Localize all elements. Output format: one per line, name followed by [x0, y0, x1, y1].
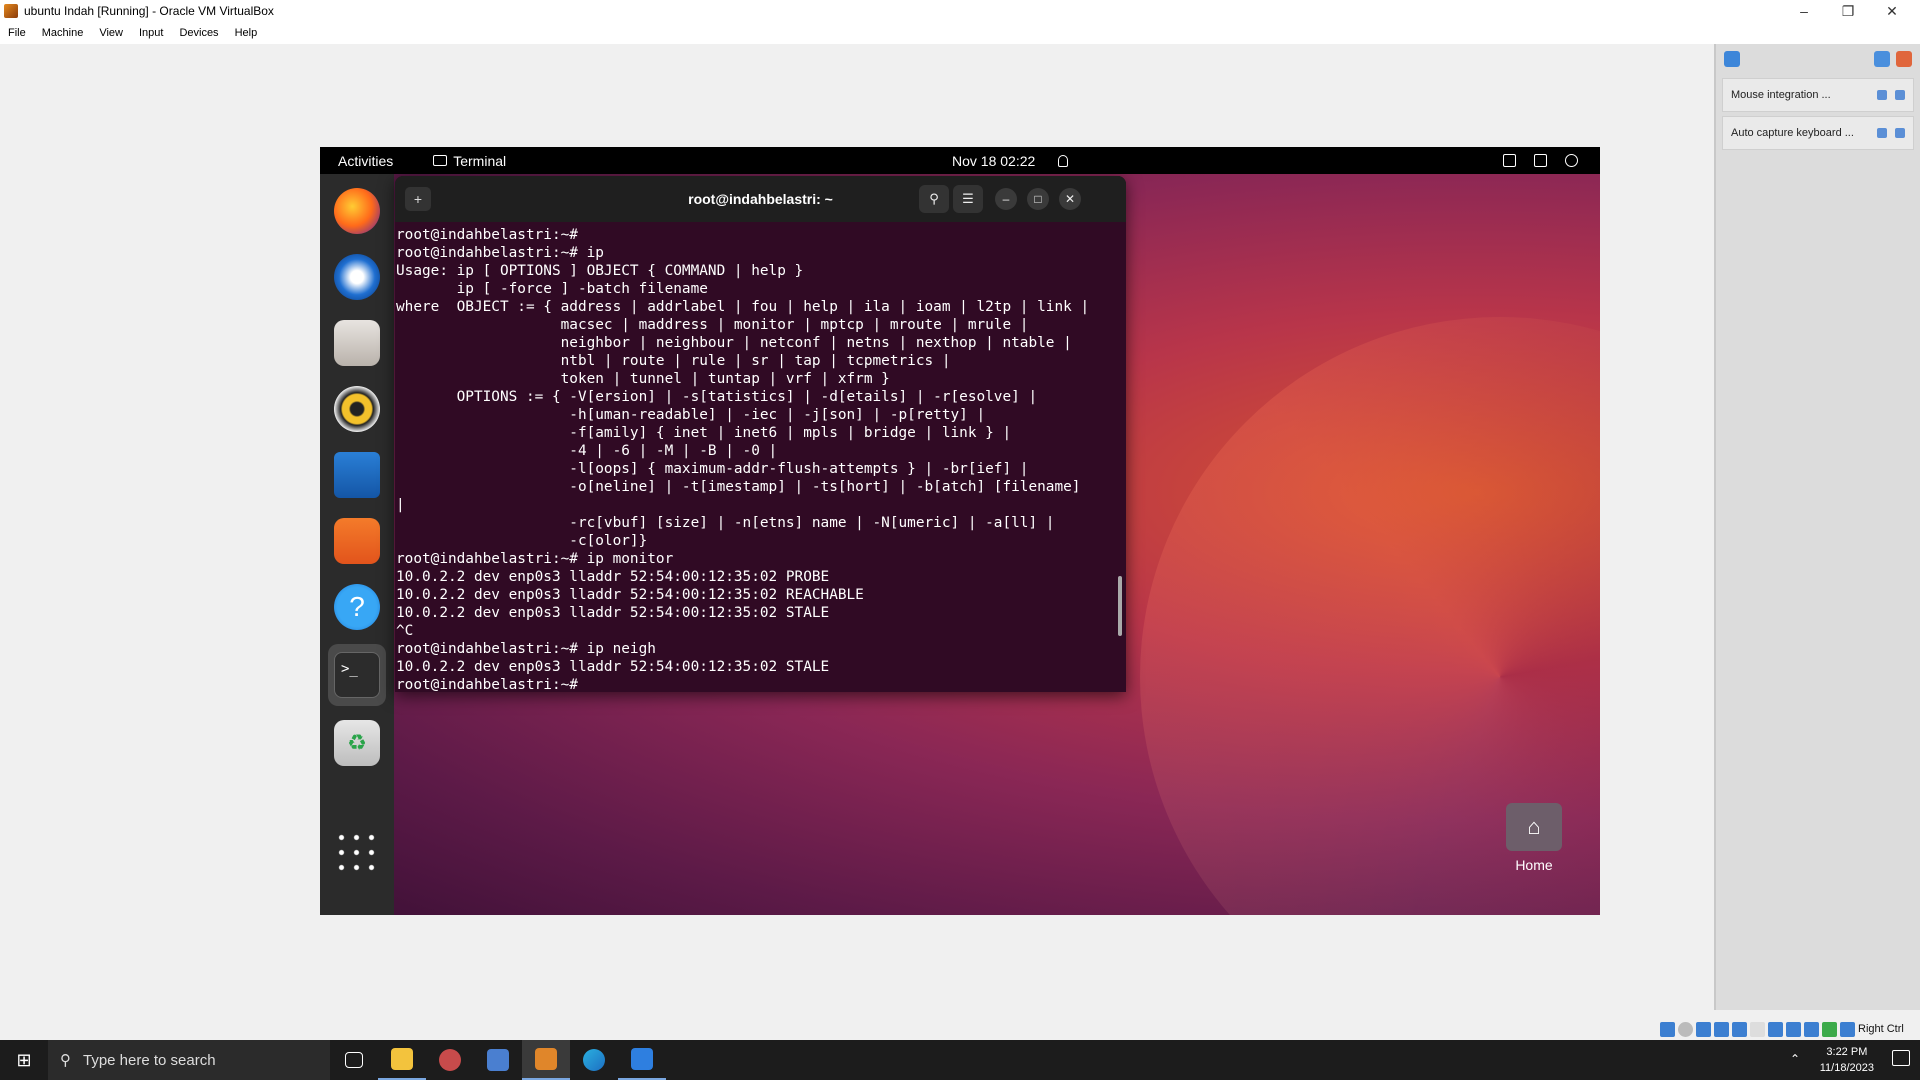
maximize-button[interactable]: □: [1027, 188, 1049, 210]
date: 11/18/2023: [1819, 1062, 1874, 1074]
photos-icon: [631, 1048, 653, 1070]
menu-devices[interactable]: Devices: [171, 27, 226, 39]
dock: ? >_ ♻: [320, 174, 394, 915]
rhythmbox-icon[interactable]: [334, 386, 380, 432]
minimize-button[interactable]: –: [995, 188, 1017, 210]
network-icon[interactable]: [1714, 1021, 1729, 1037]
notification-label: Mouse integration ...: [1731, 89, 1831, 101]
notification-auto-capture[interactable]: Auto capture keyboard ...: [1722, 116, 1914, 150]
guest-desktop[interactable]: Activities Terminal Nov 18 02:22 ? >_ ♻ …: [320, 147, 1600, 915]
close-icon[interactable]: [1895, 128, 1905, 138]
scrollbar[interactable]: [1118, 576, 1122, 636]
restore-button[interactable]: ❐: [1826, 0, 1870, 22]
taskbar-file-explorer[interactable]: [378, 1040, 426, 1080]
mouse-integration-icon[interactable]: [1822, 1021, 1837, 1037]
notification-center-icon[interactable]: [1892, 1050, 1910, 1066]
terminal-icon: >_: [334, 652, 380, 698]
network-icon[interactable]: [1503, 154, 1516, 167]
help-icon[interactable]: ?: [334, 584, 380, 630]
gnome-top-bar: Activities Terminal Nov 18 02:22: [320, 147, 1600, 174]
show-hidden-icons[interactable]: ⌃: [1790, 1052, 1800, 1066]
edge-icon: [583, 1049, 605, 1071]
close-button[interactable]: ✕: [1059, 188, 1081, 210]
power-icon[interactable]: [1565, 154, 1578, 167]
taskbar-vm-window[interactable]: [522, 1040, 570, 1080]
activities-button[interactable]: Activities: [338, 153, 393, 169]
vm-window-icon: [535, 1048, 557, 1070]
close-icon[interactable]: [1895, 90, 1905, 100]
app-center-icon[interactable]: [334, 518, 380, 564]
usb-icon[interactable]: [1732, 1021, 1747, 1037]
taskbar-virtualbox[interactable]: [474, 1040, 522, 1080]
cpu-icon[interactable]: [1804, 1021, 1819, 1037]
menu-machine[interactable]: Machine: [34, 27, 92, 39]
home-desktop-icon[interactable]: ⌂ Home: [1502, 803, 1566, 873]
app-menu[interactable]: Terminal: [433, 153, 506, 169]
show-apps-icon[interactable]: [334, 830, 380, 876]
taskbar-photos[interactable]: [618, 1040, 666, 1080]
vm-status-bar: Right Ctrl: [1660, 1018, 1920, 1040]
recording-icon[interactable]: [1786, 1021, 1801, 1037]
keyboard-icon[interactable]: [1840, 1021, 1855, 1037]
virtualbox-icon: [4, 4, 18, 18]
home-folder-icon: ⌂: [1506, 803, 1562, 851]
clock[interactable]: Nov 18 02:22: [952, 153, 1035, 169]
search-button[interactable]: ⚲: [919, 185, 949, 213]
trash-icon[interactable]: ♻: [334, 720, 380, 766]
display-icon[interactable]: [1768, 1021, 1783, 1037]
notification-label: Auto capture keyboard ...: [1731, 127, 1854, 139]
terminal-window[interactable]: + root@indahbelastri: ~ ⚲ ☰ – □ ✕ root@i…: [395, 176, 1126, 692]
volume-icon[interactable]: [1534, 154, 1547, 167]
help-icon[interactable]: [1877, 90, 1887, 100]
terminal-output[interactable]: root@indahbelastri:~# root@indahbelastri…: [395, 222, 1126, 692]
menu-button[interactable]: ☰: [953, 185, 983, 213]
info-icon[interactable]: [1724, 51, 1740, 67]
task-view-button[interactable]: [330, 1040, 378, 1080]
menu-input[interactable]: Input: [131, 27, 171, 39]
terminal-header: + root@indahbelastri: ~ ⚲ ☰ – □ ✕: [395, 176, 1126, 222]
terminal-icon: [433, 155, 448, 166]
menu-help[interactable]: Help: [227, 27, 266, 39]
menu-view[interactable]: View: [91, 27, 131, 39]
close-all-icon[interactable]: [1896, 51, 1912, 67]
home-label: Home: [1515, 857, 1553, 873]
firefox-icon[interactable]: [334, 188, 380, 234]
task-view-icon: [345, 1052, 363, 1068]
close-button[interactable]: ✕: [1870, 0, 1914, 22]
hard-disk-icon[interactable]: [1660, 1021, 1675, 1037]
menu-bar: File Machine View Input Devices Help: [0, 22, 1920, 44]
menu-file[interactable]: File: [0, 27, 34, 39]
collapse-panel-icon[interactable]: [1874, 51, 1890, 67]
file-explorer-icon: [391, 1048, 413, 1070]
terminal-dock-item[interactable]: >_: [328, 644, 386, 706]
start-button[interactable]: ⊞: [0, 1040, 48, 1080]
window-titlebar: ubuntu Indah [Running] - Oracle VM Virtu…: [0, 0, 1920, 22]
audio-icon[interactable]: [1696, 1021, 1711, 1037]
notification-mouse-integration[interactable]: Mouse integration ...: [1722, 78, 1914, 112]
shared-folders-icon[interactable]: [1750, 1021, 1765, 1037]
optical-drive-icon[interactable]: [1678, 1021, 1693, 1037]
app-menu-label: Terminal: [453, 152, 507, 169]
taskbar-edge[interactable]: [570, 1040, 618, 1080]
taskbar-app-2[interactable]: [426, 1040, 474, 1080]
time: 3:22 PM: [1826, 1046, 1868, 1058]
help-icon[interactable]: [1877, 128, 1887, 138]
search-icon: ⚲: [60, 1052, 71, 1069]
notification-panel: Mouse integration ... Auto capture keybo…: [1714, 44, 1920, 1010]
host-key-label: Right Ctrl: [1858, 1023, 1904, 1035]
windows-taskbar: ⊞ ⚲ Type here to search ⌃ 3:22 PM 11/18/…: [0, 1040, 1920, 1080]
search-placeholder: Type here to search: [83, 1051, 216, 1069]
taskbar-clock[interactable]: 3:22 PM 11/18/2023: [1820, 1044, 1874, 1076]
files-icon[interactable]: [334, 320, 380, 366]
writer-icon[interactable]: [334, 452, 380, 498]
virtualbox-icon: [487, 1049, 509, 1071]
window-title: ubuntu Indah [Running] - Oracle VM Virtu…: [24, 4, 274, 18]
search-box[interactable]: ⚲ Type here to search: [48, 1040, 330, 1080]
bell-icon: [1058, 154, 1068, 167]
app-icon: [439, 1049, 461, 1071]
minimize-button[interactable]: –: [1782, 0, 1826, 22]
thunderbird-icon[interactable]: [334, 254, 380, 300]
